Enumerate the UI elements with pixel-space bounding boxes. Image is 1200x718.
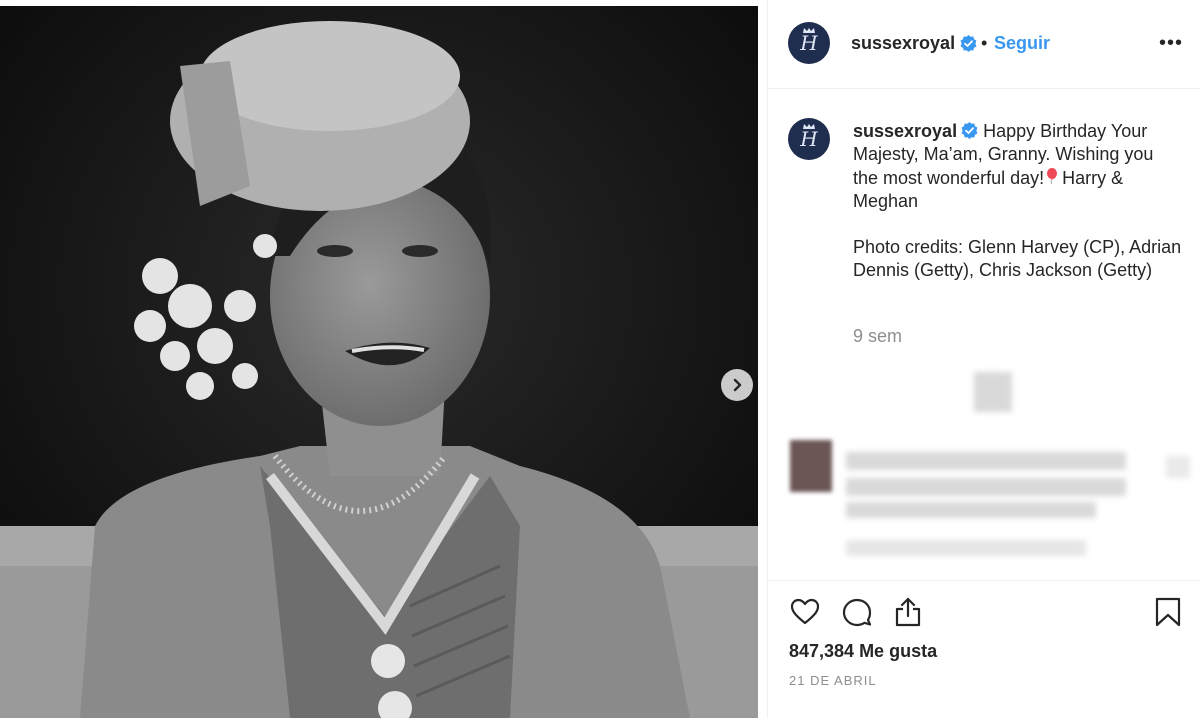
blurred-comment-line	[846, 502, 1096, 518]
verified-badge-icon	[961, 122, 978, 139]
post-side-panel: H sussexroyal • Seguir ••• H sussexroyal…	[767, 0, 1200, 718]
header-username[interactable]: sussexroyal	[851, 33, 955, 54]
heart-icon[interactable]	[789, 596, 821, 628]
post-actions: 847,384 Me gusta 21 DE ABRIL	[768, 580, 1200, 718]
post-caption: sussexroyal Happy Birthday Your Majesty,…	[853, 120, 1183, 306]
post-date: 21 DE ABRIL	[789, 673, 877, 688]
crown-icon	[803, 124, 815, 129]
portrait-photo	[0, 6, 758, 718]
monogram-logo: H	[800, 127, 818, 151]
chevron-right-icon	[733, 378, 742, 392]
follow-button[interactable]: Seguir	[994, 33, 1050, 54]
verified-badge-icon	[960, 35, 977, 52]
balloon-emoji-icon	[1047, 167, 1058, 184]
blurred-comment-line	[846, 452, 1126, 470]
caption-avatar[interactable]: H	[788, 118, 830, 160]
separator-dot: •	[981, 33, 988, 53]
comment-icon[interactable]	[841, 596, 873, 628]
post-header: H sussexroyal • Seguir •••	[768, 0, 1200, 89]
more-options-button[interactable]: •••	[1159, 32, 1183, 55]
blurred-comment-line	[846, 478, 1126, 496]
likes-count[interactable]: 847,384 Me gusta	[789, 641, 937, 662]
blurred-loader	[974, 372, 1012, 412]
blurred-comment-meta	[846, 540, 1086, 556]
post-relative-time[interactable]: 9 sem	[853, 326, 902, 347]
photo-credits: Photo credits: Glenn Harvey (CP), Adrian…	[853, 237, 1182, 281]
blurred-like-icon	[1166, 456, 1190, 478]
post-image[interactable]	[0, 6, 758, 718]
next-image-button[interactable]	[721, 369, 753, 401]
crown-icon	[803, 28, 815, 33]
avatar[interactable]: H	[788, 22, 830, 64]
monogram-logo: H	[800, 31, 818, 55]
share-icon[interactable]	[892, 596, 924, 628]
blurred-comment-avatar	[790, 440, 832, 492]
bookmark-icon[interactable]	[1153, 596, 1183, 628]
caption-username[interactable]: sussexroyal	[853, 121, 957, 141]
